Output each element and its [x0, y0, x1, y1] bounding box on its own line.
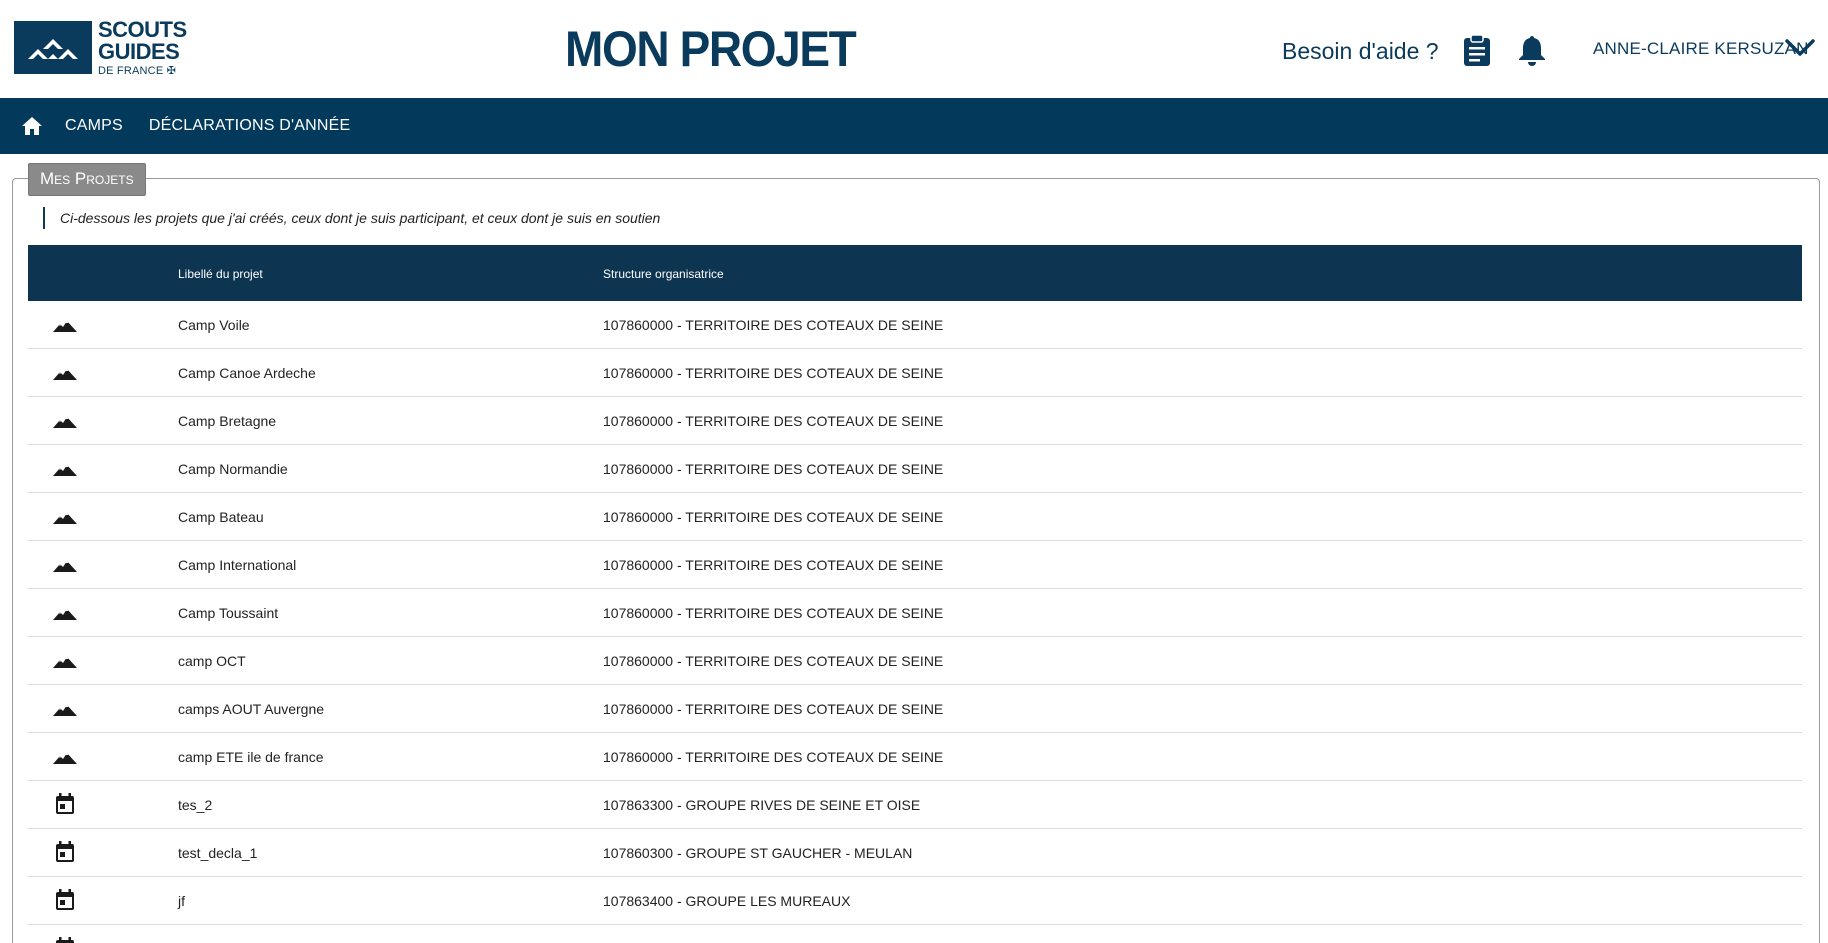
- mountain-icon: [53, 652, 77, 672]
- project-structure: 107860000 - TERRITOIRE DES COTEAUX DE SE…: [603, 461, 944, 477]
- table-row[interactable]: camp OCT 107860000 - TERRITOIRE DES COTEA…: [28, 637, 1802, 685]
- mountain-icon: [53, 412, 77, 432]
- project-label[interactable]: Camp Normandie: [178, 461, 288, 477]
- column-header-structure[interactable]: Structure organisatrice: [603, 267, 724, 281]
- nav-item-camps[interactable]: CAMPS: [65, 117, 123, 135]
- project-structure: 107860000 - TERRITOIRE DES COTEAUX DE SE…: [603, 509, 944, 525]
- table-header: Libellé du projet Structure organisatric…: [28, 245, 1802, 301]
- table-row[interactable]: Camp Bateau 107860000 - TERRITOIRE DES CO…: [28, 493, 1802, 541]
- calendar-icon: [53, 889, 77, 910]
- project-label[interactable]: Camp Bretagne: [178, 413, 276, 429]
- project-label[interactable]: test_decla_1: [178, 845, 257, 861]
- table-row[interactable]: camp ETE ile de france 107860000 - TERRIT…: [28, 733, 1802, 781]
- logo-line-1: SCOUTS: [98, 16, 187, 42]
- table-row[interactable]: tes_2 107863300 - GROUPE RIVES DE SEINE E…: [28, 781, 1802, 829]
- project-label[interactable]: camp ETE ile de france: [178, 749, 324, 765]
- mountain-icon: [53, 460, 77, 480]
- project-label[interactable]: camp OCT: [178, 653, 246, 669]
- table-row[interactable]: Camp Toussaint 107860000 - TERRITOIRE DES…: [28, 589, 1802, 637]
- project-structure: 107860000 - TERRITOIRE DES COTEAUX DE SE…: [603, 365, 944, 381]
- table-row[interactable]: Camp Voile 107860000 - TERRITOIRE DES COT…: [28, 301, 1802, 349]
- table-row[interactable]: camps AOUT Auvergne 107860000 - TERRITOIR…: [28, 685, 1802, 733]
- mountain-icon: [53, 604, 77, 624]
- project-label[interactable]: Camp Canoe Ardeche: [178, 365, 316, 381]
- page-title: MON PROJET: [565, 21, 857, 77]
- project-structure: 107863300 - GROUPE RIVES DE SEINE ET OIS…: [603, 797, 921, 813]
- logo-line-3: DE FRANCE ✠: [98, 64, 177, 77]
- project-structure: 107860000 - TERRITOIRE DES COTEAUX DE SE…: [603, 749, 944, 765]
- user-name[interactable]: ANNE-CLAIRE KERSUZAN: [1593, 39, 1809, 59]
- project-structure: 107860000 - TERRITOIRE DES COTEAUX DE SE…: [603, 317, 944, 333]
- project-label[interactable]: tes_2: [178, 797, 212, 813]
- project-label[interactable]: jf: [178, 893, 185, 909]
- table-row[interactable]: Camp Canoe Ardeche 107860000 - TERRITOIRE…: [28, 349, 1802, 397]
- chevron-down-icon[interactable]: [1785, 38, 1815, 58]
- projects-table: Libellé du projet Structure organisatric…: [28, 245, 1802, 943]
- mountain-icon: [53, 316, 77, 336]
- project-label[interactable]: Camp Toussaint: [178, 605, 278, 621]
- project-structure: 107860300 - GROUPE ST GAUCHER - MEULAN: [603, 845, 913, 861]
- logo[interactable]: SCOUTS GUIDES DE FRANCE ✠: [14, 16, 187, 77]
- column-header-label[interactable]: Libellé du projet: [178, 267, 263, 281]
- mountain-icon: [53, 700, 77, 720]
- table-row[interactable]: [28, 925, 1802, 943]
- table-row[interactable]: Camp Bretagne 107860000 - TERRITOIRE DES …: [28, 397, 1802, 445]
- calendar-icon: [53, 841, 77, 862]
- mountain-icon: [53, 364, 77, 384]
- table-row[interactable]: test_decla_1 107860300 - GROUPE ST GAUCHE…: [28, 829, 1802, 877]
- project-label[interactable]: camps AOUT Auvergne: [178, 701, 324, 717]
- logo-emblem: [14, 21, 92, 74]
- mountain-icon: [53, 508, 77, 528]
- home-icon[interactable]: [21, 116, 43, 136]
- project-structure: 107860000 - TERRITOIRE DES COTEAUX DE SE…: [603, 653, 944, 669]
- logo-text: SCOUTS GUIDES DE FRANCE ✠: [98, 16, 187, 77]
- main-nav: CAMPS DÉCLARATIONS D'ANNÉE: [0, 98, 1828, 154]
- panel-legend: Mes Projets: [28, 163, 146, 196]
- project-structure: 107860000 - TERRITOIRE DES COTEAUX DE SE…: [603, 557, 944, 573]
- header: SCOUTS GUIDES DE FRANCE ✠ MON PROJET Bes…: [0, 0, 1828, 98]
- project-label[interactable]: Camp Voile: [178, 317, 250, 333]
- project-structure: 107860000 - TERRITOIRE DES COTEAUX DE SE…: [603, 701, 944, 717]
- project-label[interactable]: Camp Bateau: [178, 509, 264, 525]
- project-structure: 107860000 - TERRITOIRE DES COTEAUX DE SE…: [603, 605, 944, 621]
- bell-icon[interactable]: [1517, 34, 1547, 66]
- nav-item-declarations[interactable]: DÉCLARATIONS D'ANNÉE: [149, 117, 350, 135]
- table-row[interactable]: Camp Normandie 107860000 - TERRITOIRE DES…: [28, 445, 1802, 493]
- panel-intro: Ci-dessous les projets que j'ai créés, c…: [43, 207, 660, 229]
- logo-line-2: GUIDES: [98, 38, 180, 64]
- calendar-icon: [53, 793, 77, 814]
- project-structure: 107860000 - TERRITOIRE DES COTEAUX DE SE…: [603, 413, 944, 429]
- table-row[interactable]: jf 107863400 - GROUPE LES MUREAUX: [28, 877, 1802, 925]
- table-row[interactable]: Camp International 107860000 - TERRITOIRE…: [28, 541, 1802, 589]
- clipboard-icon[interactable]: [1462, 34, 1492, 66]
- project-label[interactable]: Camp International: [178, 557, 296, 573]
- calendar-icon: [53, 937, 77, 943]
- table-body: Camp Voile 107860000 - TERRITOIRE DES COT…: [28, 301, 1802, 943]
- help-link[interactable]: Besoin d'aide ?: [1282, 38, 1439, 65]
- mountain-icon: [53, 748, 77, 768]
- mountain-icon: [53, 556, 77, 576]
- project-structure: 107863400 - GROUPE LES MUREAUX: [603, 893, 851, 909]
